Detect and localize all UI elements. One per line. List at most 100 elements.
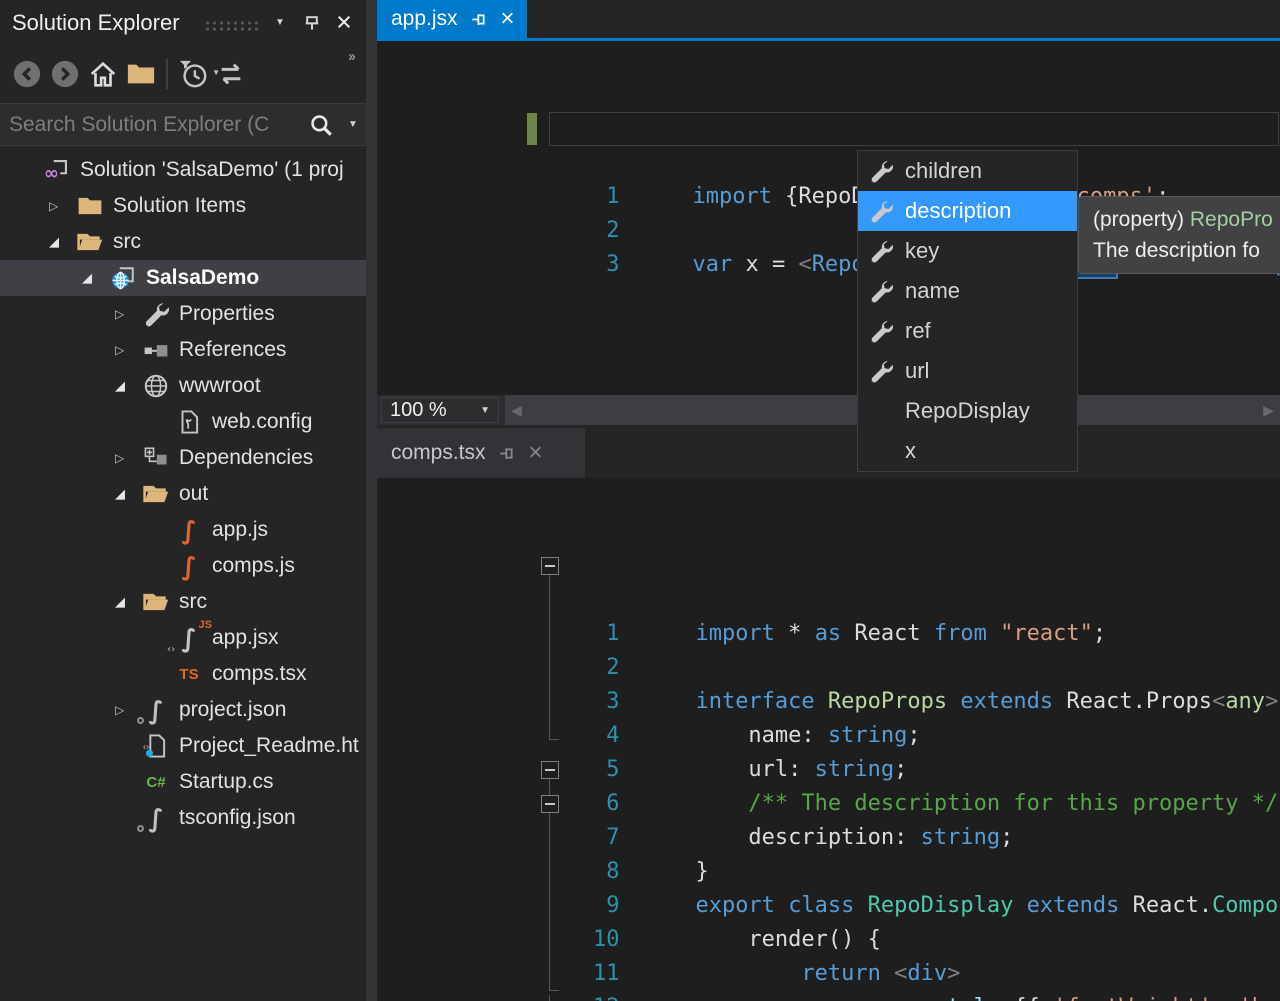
tree-item[interactable]: ▷ Dependencies: [0, 440, 366, 476]
expand-arrow-icon[interactable]: ▷: [115, 703, 141, 717]
wrench-icon: [869, 359, 893, 383]
panel-splitter[interactable]: [366, 0, 377, 1001]
expand-arrow-icon[interactable]: ▷: [49, 199, 75, 213]
solution-tree[interactable]: ∞ Solution 'SalsaDemo' (1 proj ▷ Solutio…: [0, 152, 366, 1001]
folder-view-icon: [126, 59, 156, 89]
tree-item[interactable]: ∫JS‹› app.jsx: [0, 620, 366, 656]
json-file-icon: ∫: [142, 696, 170, 724]
tree-item-label: Startup.cs: [179, 770, 274, 794]
tooltip-signature: (property) RepoPro: [1093, 204, 1280, 235]
scroll-right-icon[interactable]: ▶: [1263, 402, 1274, 419]
expand-arrow-icon[interactable]: ▷: [115, 307, 141, 321]
code-line: 13 <span>{this.props.description}</span>: [377, 889, 1280, 923]
forward-button[interactable]: [46, 55, 84, 93]
wrench-icon: [869, 199, 893, 223]
completion-item[interactable]: key: [858, 231, 1077, 271]
search-input[interactable]: [0, 113, 302, 137]
scroll-left-icon[interactable]: ◀: [511, 402, 522, 419]
completion-item[interactable]: ref: [858, 311, 1077, 351]
fold-toggle[interactable]: [541, 557, 559, 575]
editor-area: app.jsx × 1import {RepoDisplay} from './…: [377, 0, 1280, 1001]
expand-arrow-icon[interactable]: ◢: [115, 486, 141, 502]
close-icon[interactable]: ×: [529, 441, 543, 465]
completion-item-label: description: [905, 198, 1011, 224]
tree-item[interactable]: ◢ out: [0, 476, 366, 512]
zoom-value: 100 %: [390, 399, 447, 422]
completion-item[interactable]: description: [858, 191, 1077, 231]
zoom-select[interactable]: 100 % ▼: [381, 397, 499, 423]
drag-grip[interactable]: [204, 20, 262, 31]
completion-item-label: key: [905, 238, 939, 264]
tree-item-label: SalsaDemo: [146, 266, 259, 290]
tree-item[interactable]: ∞ Solution 'SalsaDemo' (1 proj: [0, 152, 366, 188]
clock-filter-icon: [178, 59, 208, 89]
expand-arrow-icon[interactable]: ▷: [115, 451, 141, 465]
tree-item[interactable]: ∫ app.js: [0, 512, 366, 548]
tree-item[interactable]: ‹› Project_Readme.ht: [0, 728, 366, 764]
code-line: 3var x = <RepoDisplay description="test"…: [377, 112, 1280, 146]
expand-arrow-icon[interactable]: ◢: [49, 234, 75, 250]
sync-button[interactable]: [212, 55, 250, 93]
code-token: x =: [732, 252, 798, 277]
completion-item[interactable]: url: [858, 351, 1077, 391]
tree-item[interactable]: ▷ References: [0, 332, 366, 368]
expand-arrow-icon[interactable]: ◢: [115, 594, 141, 610]
tree-item[interactable]: ▷ Solution Items: [0, 188, 366, 224]
tab-comps-tsx[interactable]: comps.tsx ×: [377, 428, 585, 478]
wrench-icon: [869, 319, 893, 343]
close-button[interactable]: ×: [328, 6, 360, 38]
pin-button[interactable]: [296, 6, 328, 38]
search-options-chevron-icon[interactable]: ▼: [340, 106, 366, 144]
line-number: 3: [509, 248, 619, 282]
tree-item-label: Properties: [179, 302, 275, 326]
fold-toggle[interactable]: [541, 795, 559, 813]
chevron-down-button[interactable]: ▼: [264, 6, 296, 38]
tree-item[interactable]: ◢ wwwroot: [0, 368, 366, 404]
tree-item[interactable]: C# Startup.cs: [0, 764, 366, 800]
expand-arrow-icon[interactable]: ◢: [82, 270, 108, 286]
tree-item-label: References: [179, 338, 286, 362]
back-button[interactable]: [8, 55, 46, 93]
tree-item-label: Solution Items: [113, 194, 246, 218]
pin-icon[interactable]: [470, 10, 489, 29]
search-icon[interactable]: [302, 106, 340, 144]
tree-item-label: src: [113, 230, 141, 254]
back-icon: [12, 59, 42, 89]
pin-icon[interactable]: [498, 444, 517, 463]
fold-toggle[interactable]: [541, 761, 559, 779]
overflow-button[interactable]: ››: [338, 46, 364, 66]
tree-item[interactable]: ∫ comps.js: [0, 548, 366, 584]
completion-item[interactable]: name: [858, 271, 1077, 311]
json-file-icon: ∫: [142, 804, 170, 832]
code-line: 16}: [377, 991, 1280, 1001]
clock-filter-button[interactable]: ▼: [174, 55, 212, 93]
completion-item-label: children: [905, 158, 982, 184]
tree-item[interactable]: ∫ tsconfig.json: [0, 800, 366, 836]
completion-item[interactable]: x: [858, 431, 1077, 471]
tree-item[interactable]: ◢ SalsaDemo: [0, 260, 366, 296]
tree-item[interactable]: ▷ Properties: [0, 296, 366, 332]
completion-item[interactable]: RepoDisplay: [858, 391, 1077, 431]
expand-arrow-icon[interactable]: ▷: [115, 343, 141, 357]
tree-item[interactable]: web.config: [0, 404, 366, 440]
wrench-icon: [869, 159, 893, 183]
close-icon[interactable]: ×: [501, 7, 515, 31]
tree-item[interactable]: TS comps.tsx: [0, 656, 366, 692]
jsx-file-icon: ∫JS‹›: [175, 624, 203, 652]
config-file-icon: [176, 409, 202, 435]
expand-arrow-icon[interactable]: ◢: [115, 378, 141, 394]
tree-item-label: project.json: [179, 698, 286, 722]
tree-item-label: app.js: [212, 518, 268, 542]
folder-view-button[interactable]: [122, 55, 160, 93]
code-line: 3interface RepoProps extends React.Props…: [377, 549, 1280, 583]
completion-item[interactable]: children: [858, 151, 1077, 191]
code-line: 6 /** The description for this property …: [377, 651, 1280, 685]
tree-item[interactable]: ◢ src: [0, 584, 366, 620]
completion-item-label: x: [905, 438, 916, 464]
tab-app-jsx[interactable]: app.jsx ×: [377, 0, 527, 38]
code-editor-comps-tsx[interactable]: 1import * as React from "react"; 2 3inte…: [377, 478, 1280, 1001]
forward-icon: [50, 59, 80, 89]
tree-item[interactable]: ◢ src: [0, 224, 366, 260]
home-button[interactable]: [84, 55, 122, 93]
tree-item[interactable]: ▷ ∫ project.json: [0, 692, 366, 728]
